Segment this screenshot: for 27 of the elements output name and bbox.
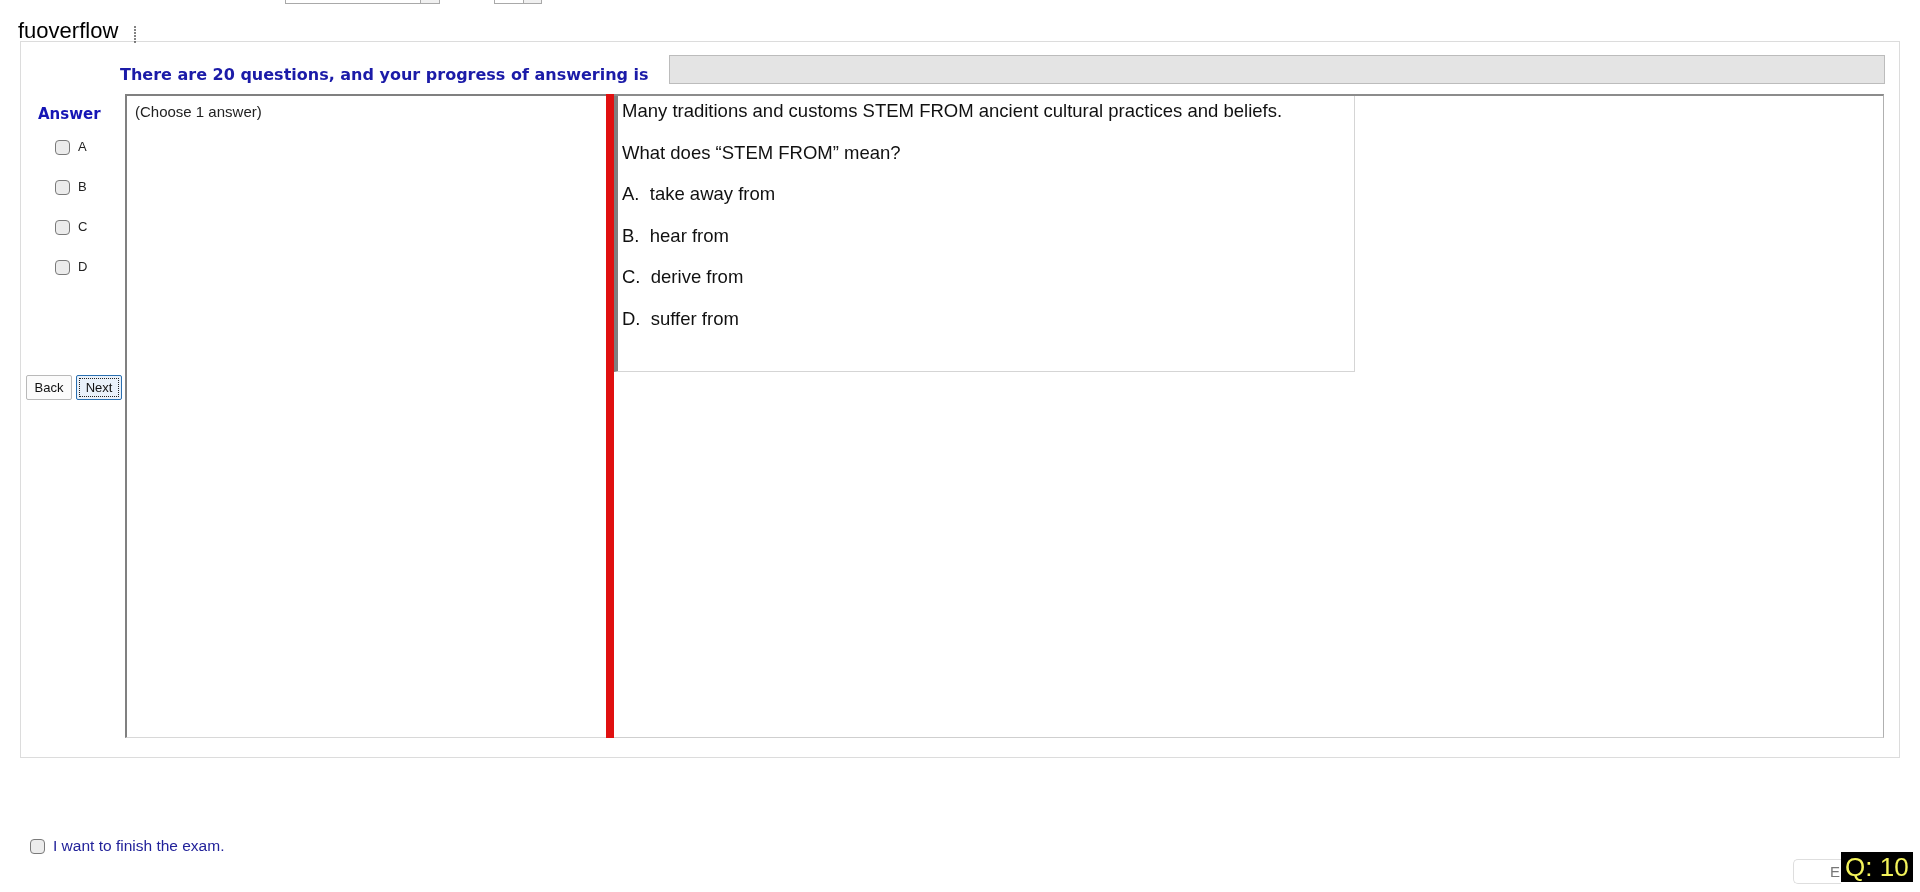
finish-label: I want to finish the exam. (53, 837, 225, 855)
site-title: fuoverflow (18, 19, 119, 43)
option-label: B (78, 179, 87, 195)
finish-checkbox[interactable] (30, 838, 45, 854)
option-label: A (78, 139, 87, 155)
answer-checkbox[interactable] (55, 219, 70, 235)
answer-checkbox[interactable] (55, 139, 70, 155)
answer-checkbox[interactable] (55, 179, 70, 195)
answer-checkbox[interactable] (55, 259, 70, 275)
question-counter: Q: 10 (1841, 852, 1913, 882)
next-button[interactable]: Next (76, 375, 122, 400)
question-text: D. suffer from (622, 307, 740, 329)
dropdown-field[interactable] (285, 0, 440, 4)
number-field[interactable] (494, 0, 542, 4)
bottom-button[interactable]: E (1793, 859, 1841, 884)
option-label: C (78, 219, 88, 235)
question-text: B. hear from (622, 224, 730, 246)
question-text: Many traditions and customs STEM FROM ancient cultural practices and beliefs. (622, 100, 1284, 121)
answer-hint: (Choose 1 answer) (135, 103, 263, 121)
answer-heading: Answer (38, 104, 102, 124)
question-text: What does “STEM FROM” mean? (622, 141, 902, 163)
back-button[interactable]: Back (26, 375, 72, 400)
question-text: C. derive from (622, 266, 745, 287)
progress-label: There are 20 questions, and your progress of answering is (120, 65, 649, 85)
question-text: A. take away from (622, 183, 777, 204)
text-cursor-icon (134, 26, 137, 44)
option-label: D (78, 259, 88, 275)
